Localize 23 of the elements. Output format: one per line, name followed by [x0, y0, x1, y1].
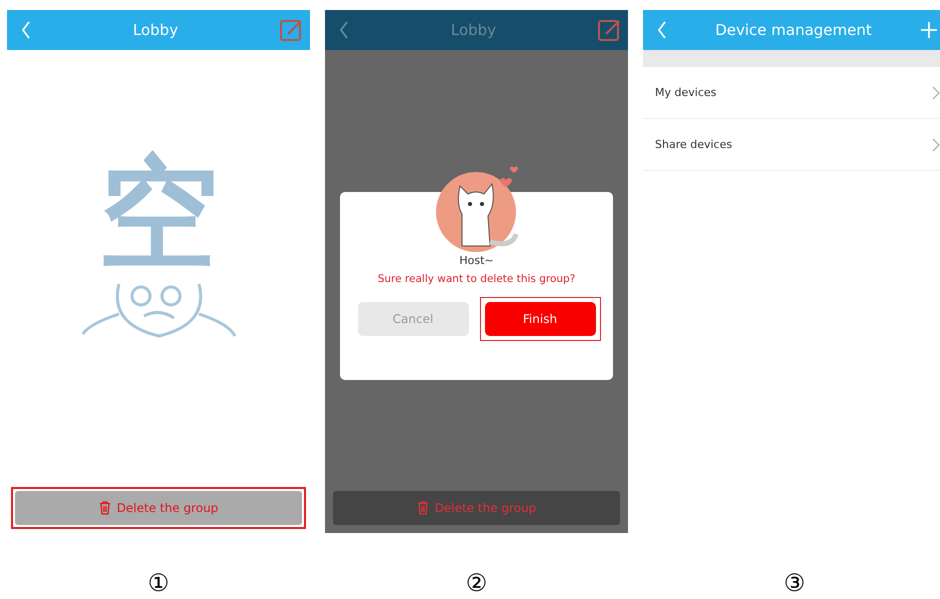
chevron-icon — [932, 86, 940, 100]
edit-icon[interactable] — [280, 19, 302, 41]
trash-icon — [98, 501, 111, 515]
dialog-message: Sure really want to delete this group? — [378, 273, 576, 285]
chevron-icon — [932, 138, 940, 152]
trash-icon — [416, 501, 429, 515]
device-list-item[interactable]: Share devices — [643, 119, 940, 171]
step-number: ② — [466, 569, 488, 597]
edit-icon[interactable] — [598, 19, 620, 41]
list-item-label: My devices — [655, 86, 716, 99]
delete-group-button[interactable]: Delete the group — [333, 491, 620, 525]
step-number: ① — [148, 569, 170, 597]
list-item-label: Share devices — [655, 138, 732, 151]
header-title: Device management — [714, 21, 873, 39]
header-title: Lobby — [132, 21, 180, 39]
step-number: ③ — [784, 569, 806, 597]
device-list-item[interactable]: My devices — [643, 67, 940, 119]
header-title: Lobby — [450, 21, 498, 39]
delete-group-button[interactable]: Delete the group — [15, 491, 302, 525]
dialog-title: Host~ — [459, 254, 494, 267]
back-icon[interactable] — [339, 21, 349, 39]
confirm-button[interactable]: Finish — [484, 302, 596, 336]
add-icon[interactable] — [920, 21, 938, 39]
